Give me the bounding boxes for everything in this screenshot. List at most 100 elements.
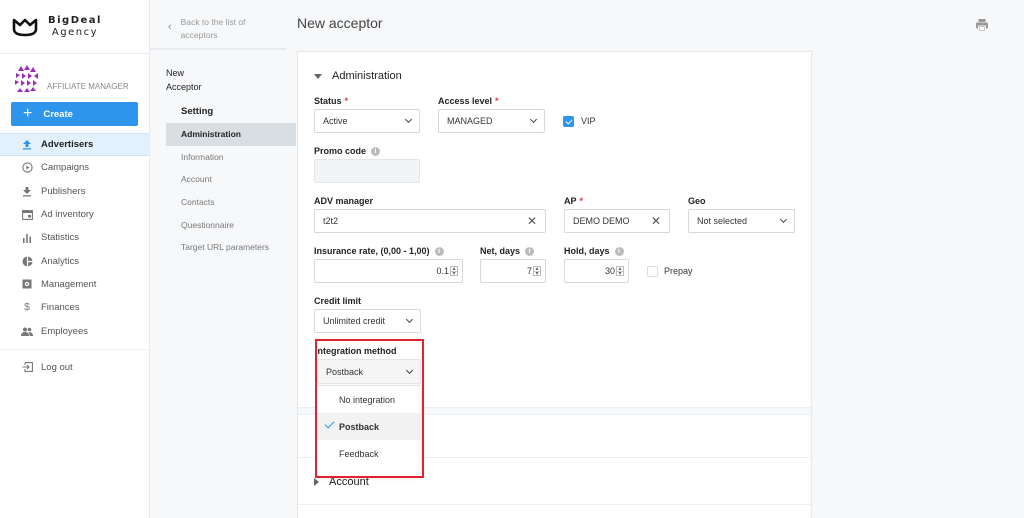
plus-icon: +	[23, 105, 33, 122]
net-days-label: Net, days i	[480, 246, 535, 256]
promo-code-label: Promo code i	[314, 146, 381, 156]
credit-limit-select[interactable]: Unlimited credit	[314, 309, 421, 333]
administration-section-toggle[interactable]: Administration	[314, 70, 402, 82]
sidebar-item-finances[interactable]: $ Finances	[0, 296, 149, 319]
subnav-item-questionnaire[interactable]: Questionnaire	[166, 213, 296, 236]
section-divider	[298, 504, 811, 505]
prepay-label: Prepay	[664, 266, 693, 276]
brand-logo-icon	[12, 18, 38, 36]
upload-icon	[21, 139, 33, 151]
sidebar-item-analytics[interactable]: Analytics	[0, 249, 149, 272]
adv-manager-select[interactable]: t2t2 ✕	[314, 209, 546, 233]
entity-name-line2: Acceptor	[166, 82, 202, 92]
adv-manager-value: t2t2	[323, 216, 339, 226]
create-button[interactable]: + Create	[11, 102, 138, 126]
chevron-down-icon	[405, 315, 414, 324]
number-spinner[interactable]: ▴ ▾	[533, 266, 541, 277]
promo-code-label-text: Promo code	[314, 146, 367, 156]
ap-select[interactable]: DEMO DEMO ✕	[564, 209, 670, 233]
back-link-label: Back to the list of acceptors	[180, 17, 246, 40]
hold-days-label: Hold, days i	[564, 246, 624, 256]
status-value: Active	[323, 116, 348, 126]
geo-label: Geo	[688, 196, 706, 206]
clear-icon[interactable]: ✕	[651, 214, 661, 228]
logout-label: Log out	[41, 361, 73, 373]
subnav-heading: Setting	[181, 106, 214, 117]
prepay-checkbox[interactable]	[647, 266, 658, 277]
logout-button[interactable]: Log out	[0, 356, 149, 379]
geo-label-text: Geo	[688, 196, 706, 206]
info-icon[interactable]: i	[434, 246, 444, 256]
subnav-item-information[interactable]: Information	[166, 146, 296, 169]
page-title: New acceptor	[297, 15, 383, 31]
status-label-text: Status	[314, 96, 342, 106]
subnav-item-administration[interactable]: Administration	[166, 123, 296, 146]
sidebar-item-employees[interactable]: Employees	[0, 319, 149, 342]
access-level-label: Access level *	[438, 96, 499, 106]
ap-label-text: AP	[564, 196, 577, 206]
subnav-item-account[interactable]: Account	[166, 168, 296, 191]
sidebar-item-ad-inventory[interactable]: Ad inventory	[0, 203, 149, 226]
sidebar-item-label: Ad inventory	[41, 209, 94, 221]
net-days-input[interactable]: 7 ▴ ▾	[480, 259, 546, 283]
sidebar-item-label: Advertisers	[41, 139, 94, 151]
sidebar-nav: Advertisers Campaigns Publishers Ad inve…	[0, 133, 149, 379]
gear-box-icon	[21, 278, 33, 290]
chevron-down-icon	[529, 115, 538, 124]
vip-label: VIP	[581, 116, 596, 126]
insurance-rate-value: 0.1	[436, 266, 449, 276]
download-icon	[21, 185, 33, 197]
geo-select[interactable]: Not selected	[688, 209, 795, 233]
role-label: AFFILIATE MANAGER	[47, 82, 129, 91]
chevron-down-icon	[779, 215, 788, 224]
sidebar-item-campaigns[interactable]: Campaigns	[0, 156, 149, 179]
sidebar-item-management[interactable]: Management	[0, 273, 149, 296]
clear-icon[interactable]: ✕	[527, 214, 537, 228]
sidebar-item-publishers[interactable]: Publishers	[0, 180, 149, 203]
credit-limit-label: Credit limit	[314, 296, 361, 306]
sidebar-divider	[0, 348, 149, 350]
geo-value: Not selected	[697, 216, 748, 226]
access-level-value: MANAGED	[447, 116, 493, 126]
form-card: Administration Status * Active Access le…	[297, 51, 812, 518]
hold-days-label-text: Hold, days	[564, 246, 610, 256]
brand[interactable]: BigDeal Agency	[0, 0, 149, 54]
adv-manager-label-text: ADV manager	[314, 196, 374, 206]
brand-title: BigDeal	[48, 14, 102, 26]
brand-name: BigDeal Agency	[48, 15, 102, 39]
insurance-rate-label: Insurance rate, (0,00 - 1,00) i	[314, 246, 444, 256]
info-icon[interactable]: i	[525, 246, 535, 256]
bar-chart-icon	[21, 232, 33, 244]
subnav-item-target-url-parameters[interactable]: Target URL parameters	[166, 236, 296, 259]
net-days-label-text: Net, days	[480, 246, 521, 256]
vip-checkbox[interactable]	[563, 116, 574, 127]
subnav-item-contacts[interactable]: Contacts	[166, 191, 296, 214]
caret-down-icon	[314, 73, 322, 79]
required-marker: *	[344, 96, 349, 106]
status-select[interactable]: Active	[314, 109, 420, 133]
entity-name-line1: New	[166, 68, 185, 78]
info-icon[interactable]: i	[371, 146, 381, 156]
print-icon[interactable]	[975, 18, 989, 32]
sidebar-item-statistics[interactable]: Statistics	[0, 226, 149, 249]
highlight-box	[315, 339, 424, 478]
inventory-icon	[21, 209, 33, 221]
hold-days-input[interactable]: 30 ▴ ▾	[564, 259, 629, 283]
sidebar-item-label: Campaigns	[41, 162, 90, 174]
insurance-rate-input[interactable]: 0.1 ▴ ▾	[314, 259, 463, 283]
access-level-label-text: Access level	[438, 96, 493, 106]
sidebar-item-advertisers[interactable]: Advertisers	[0, 133, 149, 157]
sidebar-item-label: Finances	[41, 302, 80, 314]
ap-value: DEMO DEMO	[573, 216, 630, 226]
number-spinner[interactable]: ▴ ▾	[616, 266, 624, 277]
access-level-select[interactable]: MANAGED	[438, 109, 545, 133]
required-marker: *	[495, 96, 499, 106]
main-sidebar: BigDeal Agency AFFILIATE MANAGER + Creat…	[0, 0, 150, 518]
number-spinner[interactable]: ▴ ▾	[450, 266, 458, 277]
net-days-value: 7	[526, 266, 532, 276]
info-icon[interactable]: i	[614, 246, 624, 256]
play-circle-icon	[21, 162, 33, 174]
section-title: Administration	[332, 70, 402, 82]
promo-code-input[interactable]	[314, 159, 420, 183]
back-link[interactable]: ‹ Back to the list of acceptors	[150, 0, 286, 50]
